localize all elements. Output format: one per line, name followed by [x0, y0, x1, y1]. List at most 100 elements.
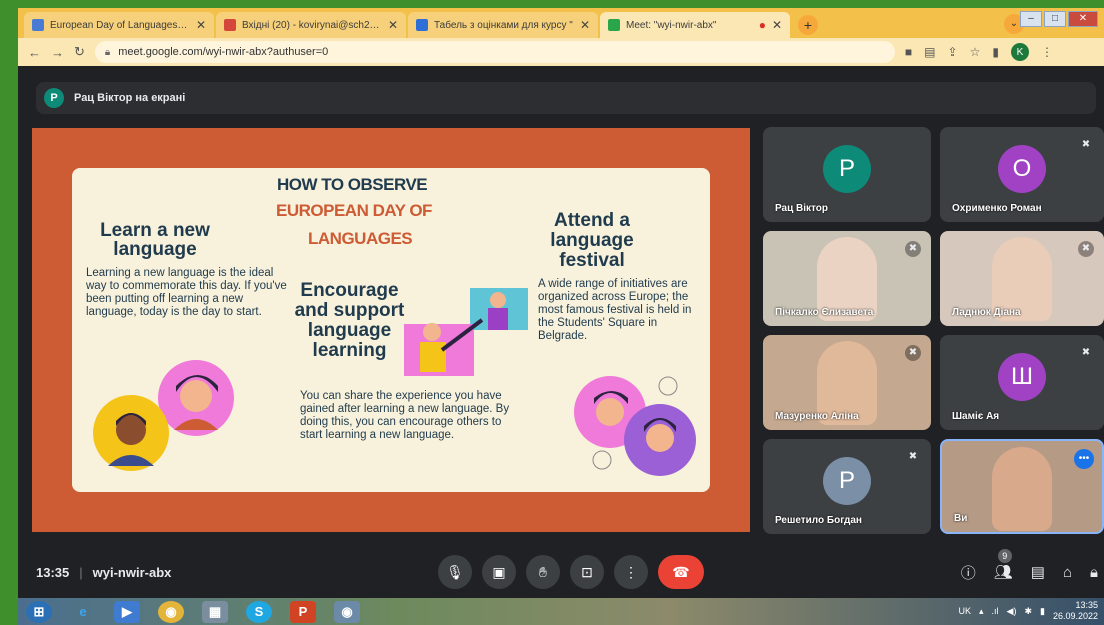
- participant-tile[interactable]: Ладнюк Діана ✖: [940, 231, 1104, 326]
- chat-icon[interactable]: ▤: [1031, 563, 1045, 581]
- powerpoint-icon[interactable]: P: [290, 600, 316, 623]
- mic-off-icon: ✖: [1081, 139, 1091, 150]
- people-count-badge: 9: [997, 549, 1012, 563]
- meeting-time: 13:35: [36, 564, 70, 580]
- more-options-button[interactable]: ⋮: [614, 555, 648, 589]
- activities-icon[interactable]: ⌂: [1063, 564, 1072, 581]
- participant-tile[interactable]: Мазуренко Аліна ✖: [763, 335, 931, 430]
- tray-arrow-icon[interactable]: ▴: [979, 606, 984, 617]
- slide-title-line-2: EUROPEAN DAY OF: [276, 201, 432, 220]
- new-tab-button[interactable]: +: [798, 15, 818, 35]
- media-player-icon[interactable]: ▶: [114, 600, 140, 623]
- translate-icon[interactable]: ▤: [924, 45, 935, 59]
- presenter-avatar: P: [44, 88, 64, 108]
- people-chatting-illustration: [93, 360, 234, 471]
- people-teaching-illustration: [404, 288, 528, 376]
- encourage-text: You can share the experience you have ga…: [300, 390, 510, 441]
- hang-up-icon: ☎︎: [672, 563, 690, 580]
- start-button-icon[interactable]: ⊞: [26, 600, 52, 623]
- close-icon[interactable]: ✕: [580, 18, 590, 32]
- window-close-icon[interactable]: ✕: [1068, 11, 1098, 27]
- browser-window: European Day of Languages » G ✕ Вхідні (…: [18, 8, 1104, 625]
- lock-icon[interactable]: 🔒︎: [105, 47, 110, 58]
- mic-off-icon: ✖: [905, 241, 921, 257]
- participant-avatar: O: [998, 145, 1046, 193]
- record-icon: ●: [758, 18, 766, 32]
- people-icon[interactable]: 👥︎ 9: [994, 549, 1013, 581]
- info-icon[interactable]: ⓘ: [961, 562, 976, 583]
- camera-button[interactable]: ▣: [482, 555, 516, 589]
- browser-tab-3[interactable]: Табель з оцінками для курсу " ✕: [408, 12, 598, 38]
- meeting-info: 13:35 | wyi-nwir-abx: [36, 565, 171, 580]
- participant-name: Шаміє Ая: [952, 411, 1000, 422]
- share-icon[interactable]: ⇪: [948, 45, 958, 59]
- participant-name: Решетило Богдан: [775, 515, 862, 526]
- omnibox[interactable]: 🔒︎ meet.google.com/wyi-nwir-abx?authuser…: [94, 41, 895, 63]
- close-icon[interactable]: ✕: [388, 18, 398, 32]
- slide-title-line-1: HOW TO OBSERVE: [277, 175, 428, 194]
- side-panel-icon[interactable]: ▮: [992, 45, 999, 59]
- participant-tile[interactable]: P Рац Віктор: [763, 127, 931, 222]
- participant-tile[interactable]: P Решетило Богдан ✖: [763, 439, 931, 534]
- call-controls: 🎙︎ ▣ ✋︎ ⊡ ⋮ ☎︎: [438, 555, 704, 589]
- side-controls: ⓘ 👥︎ 9 ▤ ⌂ 🔒︎: [961, 549, 1098, 583]
- participant-tile[interactable]: Ш Шаміє Ая ✖: [940, 335, 1104, 430]
- maximize-icon[interactable]: □: [1044, 11, 1066, 27]
- browser-tab-4[interactable]: Meet: "wyi-nwir-abx" ● ✕: [600, 12, 790, 38]
- self-tile[interactable]: Ви •••: [940, 439, 1104, 534]
- participant-video: [992, 447, 1052, 531]
- raise-hand-button[interactable]: ✋︎: [526, 555, 560, 589]
- participant-tile[interactable]: Пічкалко Єлизавета ✖: [763, 231, 931, 326]
- microphone-button[interactable]: 🎙︎: [438, 555, 472, 589]
- camera-icon[interactable]: ■: [905, 45, 912, 59]
- microphone-icon: 🎙︎: [446, 563, 464, 580]
- mic-off-icon: ✖: [905, 345, 921, 361]
- divider: |: [79, 564, 83, 580]
- os-taskbar: ⊞ e ▶ ◉ ▦ S P ◉ UK ▴ .ıl ◀) ✱ ▮ 13:35 26…: [18, 598, 1104, 625]
- profile-avatar[interactable]: K: [1010, 43, 1029, 61]
- bluetooth-icon[interactable]: ✱: [1024, 606, 1032, 617]
- participant-name: Пічкалко Єлизавета: [775, 307, 874, 318]
- close-icon[interactable]: ✕: [772, 18, 782, 32]
- internet-explorer-icon[interactable]: e: [70, 601, 96, 623]
- present-button[interactable]: ⊡: [570, 555, 604, 589]
- participant-tile[interactable]: O Охрименко Роман ✖: [940, 127, 1104, 222]
- forward-icon[interactable]: →: [51, 45, 64, 60]
- skype-icon[interactable]: S: [246, 600, 272, 623]
- presenter-banner: P Рац Віктор на екрані: [36, 82, 1096, 114]
- chrome-icon[interactable]: ◉: [158, 600, 184, 623]
- minimize-icon[interactable]: –: [1020, 11, 1042, 27]
- meet-icon: [608, 19, 620, 31]
- presentation-area: HOW TO OBSERVE EUROPEAN DAY OF LANGUAGES…: [32, 128, 750, 532]
- close-icon[interactable]: ✕: [196, 18, 206, 32]
- calculator-icon[interactable]: ▦: [202, 600, 228, 623]
- tab-title: Meet: "wyi-nwir-abx": [626, 19, 717, 31]
- back-icon[interactable]: ←: [28, 45, 41, 60]
- browser-tab-1[interactable]: European Day of Languages » G ✕: [24, 12, 214, 38]
- chrome-active-icon[interactable]: ◉: [334, 600, 360, 623]
- participant-name: Ладнюк Діана: [952, 307, 1021, 318]
- host-controls-icon[interactable]: 🔒︎: [1090, 564, 1098, 581]
- clock[interactable]: 13:35 26.09.2022: [1053, 600, 1098, 622]
- participant-name: Рац Віктор: [775, 203, 829, 214]
- leave-call-button[interactable]: ☎︎: [658, 555, 704, 589]
- language-indicator[interactable]: UK: [958, 606, 971, 616]
- tab-title: Табель з оцінками для курсу ": [434, 19, 573, 31]
- tab-favicon: [32, 19, 44, 31]
- volume-icon[interactable]: ◀): [1007, 606, 1017, 617]
- tab-title: Вхідні (20) - kovirynai@sch28.ck.: [242, 19, 382, 31]
- tab-bar: European Day of Languages » G ✕ Вхідні (…: [18, 8, 1104, 38]
- hand-icon: ✋︎: [539, 563, 547, 580]
- browser-tab-2[interactable]: Вхідні (20) - kovirynai@sch28.ck. ✕: [216, 12, 406, 38]
- participant-avatar: P: [823, 457, 871, 505]
- clock-date: 26.09.2022: [1052, 611, 1098, 621]
- signal-icon[interactable]: .ıl: [992, 606, 999, 616]
- menu-kebab-icon[interactable]: ⋮: [1041, 45, 1053, 59]
- video-camera-icon: ▣: [492, 563, 506, 580]
- battery-icon[interactable]: ▮: [1040, 606, 1045, 617]
- bookmark-star-icon[interactable]: ☆: [970, 45, 981, 59]
- mic-off-icon: ✖: [1078, 241, 1094, 257]
- window-controls: – □ ✕: [1020, 11, 1098, 27]
- reload-icon[interactable]: ↻: [74, 44, 85, 60]
- url-text: meet.google.com/wyi-nwir-abx?authuser=0: [118, 46, 329, 58]
